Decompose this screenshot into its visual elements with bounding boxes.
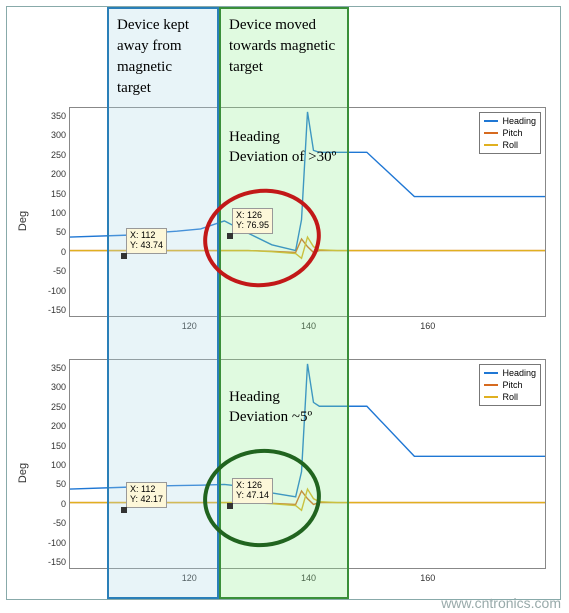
x-tick: 160 bbox=[420, 321, 435, 331]
legend-swatch-pitch bbox=[484, 132, 498, 134]
y-tick: -50 bbox=[42, 266, 66, 276]
legend-label-roll: Roll bbox=[502, 391, 518, 403]
watermark: www.cntronics.com bbox=[441, 595, 561, 611]
y-tick: -150 bbox=[42, 305, 66, 315]
y-tick: 250 bbox=[42, 402, 66, 412]
y-tick: 250 bbox=[42, 150, 66, 160]
region-away-label: Device kept away from magnetic target bbox=[117, 15, 209, 99]
annotation-top-l1: Heading bbox=[229, 127, 336, 147]
region-towards-label: Device moved towards magnetic target bbox=[229, 15, 339, 78]
y-tick: -100 bbox=[42, 286, 66, 296]
datatip-top-1: X: 112 Y: 43.74 bbox=[126, 228, 167, 254]
y-axis-label-top: Deg bbox=[17, 211, 29, 231]
y-axis-label-bottom: Deg bbox=[17, 463, 29, 483]
legend-item-roll: Roll bbox=[484, 139, 536, 151]
legend-item-roll: Roll bbox=[484, 391, 536, 403]
legend-item-pitch: Pitch bbox=[484, 127, 536, 139]
x-tick: 160 bbox=[420, 573, 435, 583]
datatip-bot-2: X: 126 Y: 47.14 bbox=[232, 478, 273, 504]
y-tick: 100 bbox=[42, 460, 66, 470]
legend-item-heading: Heading bbox=[484, 115, 536, 127]
y-tick: 0 bbox=[42, 247, 66, 257]
y-tick: 300 bbox=[42, 382, 66, 392]
legend-swatch-roll bbox=[484, 144, 498, 146]
legend-label-pitch: Pitch bbox=[502, 379, 522, 391]
datatip-bot-1: X: 112 Y: 42.17 bbox=[126, 482, 167, 508]
datatip-top-2-y: Y: 76.95 bbox=[236, 221, 269, 231]
y-tick: 200 bbox=[42, 169, 66, 179]
datatip-bot-1-y: Y: 42.17 bbox=[130, 495, 163, 505]
y-tick: 50 bbox=[42, 479, 66, 489]
y-tick: -50 bbox=[42, 518, 66, 528]
annotation-bot-l2: Deviation ~5º bbox=[229, 407, 312, 427]
legend-swatch-pitch bbox=[484, 384, 498, 386]
y-tick: 50 bbox=[42, 227, 66, 237]
legend-item-heading: Heading bbox=[484, 367, 536, 379]
legend-label-pitch: Pitch bbox=[502, 127, 522, 139]
legend-swatch-heading bbox=[484, 372, 498, 374]
y-tick: -150 bbox=[42, 557, 66, 567]
annotation-top: Heading Deviation of >30º bbox=[229, 127, 336, 168]
y-tick: -100 bbox=[42, 538, 66, 548]
region-towards: Device moved towards magnetic target bbox=[219, 7, 349, 599]
legend-label-heading: Heading bbox=[502, 115, 536, 127]
y-tick: 350 bbox=[42, 363, 66, 373]
y-tick: 150 bbox=[42, 189, 66, 199]
legend-swatch-heading bbox=[484, 120, 498, 122]
y-tick: 200 bbox=[42, 421, 66, 431]
annotation-top-l2: Deviation of >30º bbox=[229, 147, 336, 167]
datatip-top-1-y: Y: 43.74 bbox=[130, 241, 163, 251]
legend-label-heading: Heading bbox=[502, 367, 536, 379]
y-tick: 150 bbox=[42, 441, 66, 451]
y-tick: 300 bbox=[42, 130, 66, 140]
legend-item-pitch: Pitch bbox=[484, 379, 536, 391]
figure-frame: Device kept away from magnetic target De… bbox=[6, 6, 561, 600]
datatip-top-2: X: 126 Y: 76.95 bbox=[232, 208, 273, 234]
y-tick: 350 bbox=[42, 111, 66, 121]
annotation-bot-l1: Heading bbox=[229, 387, 312, 407]
legend-swatch-roll bbox=[484, 396, 498, 398]
legend-bottom: Heading Pitch Roll bbox=[479, 364, 541, 406]
legend-top: Heading Pitch Roll bbox=[479, 112, 541, 154]
annotation-bottom: Heading Deviation ~5º bbox=[229, 387, 312, 428]
y-tick: 100 bbox=[42, 208, 66, 218]
y-tick: 0 bbox=[42, 499, 66, 509]
legend-label-roll: Roll bbox=[502, 139, 518, 151]
datatip-bot-2-y: Y: 47.14 bbox=[236, 491, 269, 501]
